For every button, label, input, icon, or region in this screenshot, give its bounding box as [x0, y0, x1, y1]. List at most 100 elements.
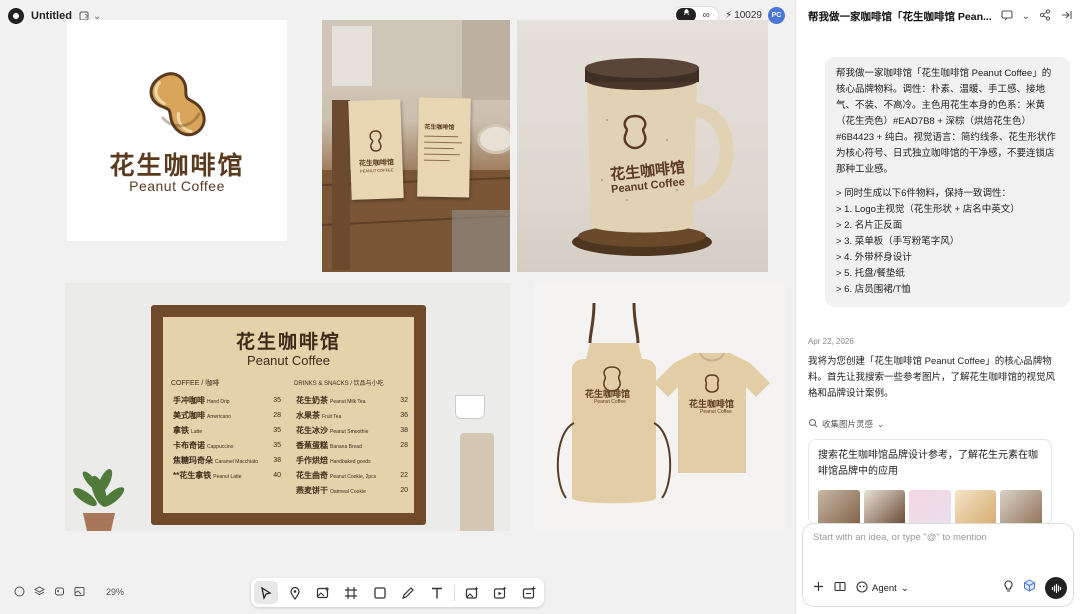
menu-board: 花生咖啡馆 Peanut Coffee COFFEE / 咖啡 DRINKS &…: [163, 317, 414, 513]
assistant-message: 我将为您创建「花生咖啡馆 Peanut Coffee」的核心品牌物料。首先让我搜…: [808, 356, 1056, 399]
peanut-icon: [369, 130, 382, 152]
bolt-icon: ⚡: [725, 9, 733, 21]
select-tool[interactable]: [254, 581, 279, 604]
coffee-cup: [477, 124, 510, 154]
menu-item: 花生冰沙 Peanut Smoothie 38: [296, 426, 408, 435]
toolbar-divider: [453, 584, 455, 601]
menu-section-drinks: DRINKS & SNACKS / 饮品与小吃: [294, 381, 384, 387]
image-gen-tool[interactable]: [460, 581, 484, 604]
chat-composer: Agent ⌄: [802, 523, 1074, 607]
list-item: > 4. 外带杯身设计: [836, 252, 912, 263]
chat-title[interactable]: 帮我做一家咖啡馆「花生咖啡馆 Pean...: [808, 9, 998, 24]
artboard-menu-board[interactable]: 花生咖啡馆 Peanut Coffee COFFEE / 咖啡 DRINKS &…: [65, 283, 510, 531]
menu-item: 美式咖啡 Americano 28: [173, 411, 281, 420]
canvas-toolbar: [251, 578, 544, 607]
image-tool[interactable]: [311, 581, 335, 604]
menu-item: 拿铁 Latte 35: [173, 426, 281, 435]
card-line: [424, 135, 459, 138]
card-line: [423, 159, 450, 162]
agent-icon: [856, 580, 868, 596]
waveform-icon: [1051, 583, 1061, 593]
menu-section-coffee: COFFEE / 咖啡: [171, 380, 220, 387]
text-tool[interactable]: [424, 581, 448, 604]
upload-tool[interactable]: [517, 581, 541, 604]
menu-item: 燕麦饼干 Oatmeal Cookie 20: [296, 486, 408, 495]
book-icon[interactable]: [834, 581, 846, 595]
design-canvas[interactable]: Untitled ⌄ ∞ ⚡ 10029 PC 花生咖啡馆 Peanut Cof…: [0, 0, 795, 614]
menu-item: 花生曲奇 Peanut Cookie, 2pcs 22: [296, 471, 408, 480]
pin-tool[interactable]: [282, 581, 306, 604]
card-line: [423, 153, 460, 156]
chat-input[interactable]: [813, 532, 1063, 543]
map-pin-icon: [290, 586, 300, 600]
menu-item: 花生奶茶 Peanut Milk Tea 32: [296, 396, 408, 405]
user-avatar[interactable]: PC: [768, 6, 785, 24]
plant-image: [73, 469, 125, 531]
artboard-logo[interactable]: 花生咖啡馆 Peanut Coffee: [67, 20, 287, 241]
chevron-down-icon[interactable]: ⌄: [1022, 11, 1030, 22]
collapse-panel-icon[interactable]: [1060, 9, 1072, 24]
user-message-intro: 帮我做一家咖啡馆「花生咖啡馆 Peanut Coffee」的核心品牌物料。调性：…: [836, 68, 1056, 175]
artboard-apron-tshirt[interactable]: 花生咖啡馆 Peanut Coffee 花生咖啡馆 Peanut Coffee: [534, 283, 785, 531]
tshirt-english-name: Peanut Coffee: [700, 409, 732, 415]
pencil-icon: [402, 586, 415, 599]
chat-panel: 帮我做一家咖啡馆「花生咖啡馆 Pean... ⌄ 帮我做一家咖啡馆「花生咖啡馆 …: [795, 0, 1080, 614]
search-task-card[interactable]: 搜索花生咖啡馆品牌设计参考，了解花生元素在咖啡馆品牌中的应用: [808, 439, 1052, 525]
layers-icon[interactable]: [34, 586, 45, 597]
cube-icon[interactable]: [1023, 579, 1036, 597]
agent-mode-selector[interactable]: Agent ⌄: [856, 580, 909, 596]
collect-label: 收集图片灵感: [822, 419, 874, 429]
menu-item: 手作烘焙 Handbaked goods: [296, 456, 371, 465]
hash-icon: [345, 586, 358, 599]
menu-item: 卡布奇诺 Cappuccino 35: [173, 441, 281, 450]
app-logo-icon[interactable]: [8, 8, 24, 24]
business-card-back: 花生咖啡馆: [417, 97, 471, 198]
apparel-image: [556, 302, 770, 504]
list-item: > 5. 托盘/餐垫纸: [836, 268, 905, 279]
reference-thumbnail[interactable]: [818, 490, 860, 524]
artboard-takeaway-cup[interactable]: 花生咖啡馆 Peanut Coffee: [517, 20, 768, 272]
frame-tool[interactable]: [339, 581, 363, 604]
list-item: > 3. 菜单板（手写粉笔字风）: [836, 236, 960, 247]
list-item: > 1. Logo主视觉（花生形状 + 店名中英文）: [836, 204, 1020, 215]
chat-history-icon[interactable]: [1001, 9, 1013, 24]
lightbulb-icon[interactable]: [1003, 579, 1014, 597]
list-item: > 同时生成以下6件物料，保持一致调性：: [836, 188, 1011, 199]
image-plus-icon: [316, 586, 330, 598]
zoom-level[interactable]: 29%: [106, 587, 124, 597]
credits-value: 10029: [734, 9, 762, 21]
project-title[interactable]: Untitled: [31, 10, 72, 22]
chevron-down-icon: ⌄: [900, 582, 909, 594]
menu-list-drinks: 花生奶茶 Peanut Milk Tea 32 水果茶 Fruit Tea 36 花生冰…: [296, 394, 408, 499]
menu-item: 香蕉蛋糕 Banana Bread 28: [296, 441, 408, 450]
share-icon[interactable]: [1039, 8, 1051, 24]
credits-counter[interactable]: ⚡ 10029: [725, 10, 762, 21]
shape-tool[interactable]: [368, 581, 392, 604]
image-sparkle-icon: [465, 586, 479, 599]
reference-thumbnail[interactable]: [1000, 490, 1042, 524]
lightbulb-search-icon: [808, 418, 818, 430]
plus-icon[interactable]: [813, 581, 824, 595]
reference-thumbnail[interactable]: [954, 490, 997, 524]
video-gen-tool[interactable]: [488, 581, 512, 604]
infinity-icon[interactable]: ∞: [696, 10, 716, 21]
reference-thumbnails: [818, 490, 1042, 524]
composer-left-actions: Agent ⌄: [813, 580, 909, 596]
canvas-bottom-controls: 29%: [14, 586, 124, 597]
collect-inspiration-toggle[interactable]: 收集图片灵感 ⌄: [808, 418, 884, 430]
artboard-business-cards[interactable]: 花生咖啡馆 PEANUT COFFEE 花生咖啡馆: [322, 20, 510, 272]
assets-icon[interactable]: [54, 586, 65, 597]
mug-image: [572, 58, 734, 256]
voice-send-button[interactable]: [1045, 577, 1067, 599]
reference-thumbnail[interactable]: [909, 490, 951, 524]
card-back-title: 花生咖啡馆: [424, 124, 455, 132]
circle-icon[interactable]: [14, 586, 25, 597]
text-icon: [431, 587, 442, 598]
card-line: [424, 141, 463, 144]
upload-box-icon: [522, 586, 536, 599]
gallery-icon[interactable]: [74, 586, 85, 597]
square-icon: [374, 586, 386, 599]
pen-tool[interactable]: [396, 581, 420, 604]
composer-toolbar: Agent ⌄: [813, 577, 1067, 599]
reference-thumbnail[interactable]: [863, 490, 906, 524]
